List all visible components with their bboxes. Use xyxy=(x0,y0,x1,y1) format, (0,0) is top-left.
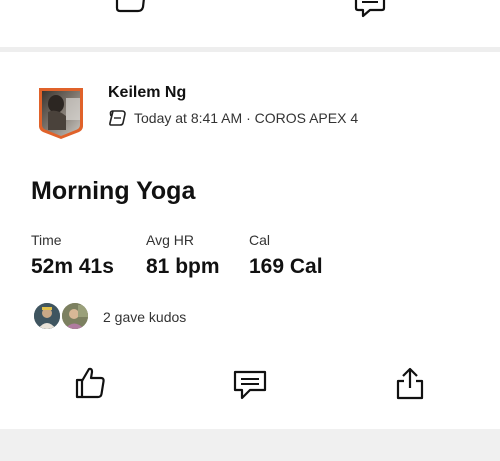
stat-value-avg-hr: 81 bpm xyxy=(146,255,220,278)
stat-value-cal: 169 Cal xyxy=(249,255,323,278)
activity-title[interactable]: Morning Yoga xyxy=(31,177,195,206)
kudos-avatar[interactable] xyxy=(60,301,90,331)
athlete-avatar[interactable] xyxy=(36,86,86,140)
thumbs-up-icon[interactable] xyxy=(114,0,146,18)
athlete-name[interactable]: Keilem Ng xyxy=(108,84,186,102)
comment-icon[interactable] xyxy=(354,0,386,18)
share-icon[interactable] xyxy=(395,366,425,400)
stat-label-cal: Cal xyxy=(249,232,271,248)
stat-label-avg-hr: Avg HR xyxy=(146,232,194,248)
kudos-avatar[interactable] xyxy=(32,301,62,331)
feed-divider xyxy=(0,47,500,52)
stat-value-time: 52m 41s xyxy=(31,255,114,278)
activity-meta: Today at 8:41 AM · COROS APEX 4 xyxy=(134,110,359,126)
stat-label-time: Time xyxy=(31,232,62,248)
previous-post-action-bar xyxy=(0,0,500,47)
feed-divider-bottom xyxy=(0,429,500,461)
kudos-count[interactable]: 2 gave kudos xyxy=(103,309,186,325)
thumbs-up-icon[interactable] xyxy=(74,366,106,400)
comment-icon[interactable] xyxy=(233,369,267,401)
yoga-mat-icon xyxy=(108,108,128,128)
